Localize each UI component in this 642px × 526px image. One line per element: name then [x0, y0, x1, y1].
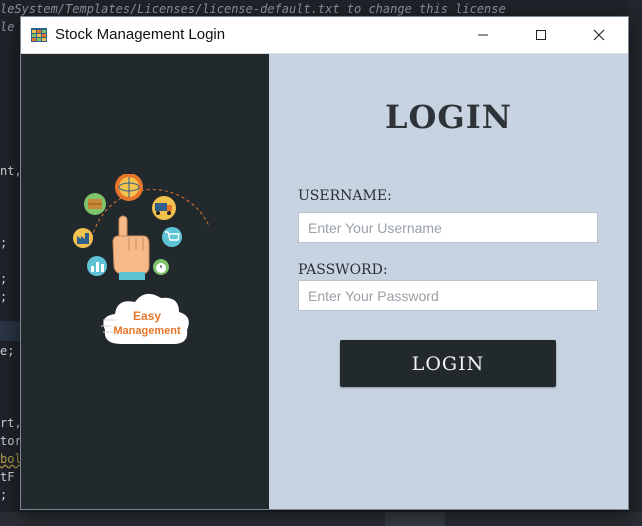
cloud-text-line2: Management	[113, 325, 181, 337]
factory-icon	[73, 228, 93, 248]
window-title: Stock Management Login	[55, 26, 226, 43]
code-line: ;	[0, 236, 8, 250]
code-line: tor	[0, 434, 22, 448]
cart-icon	[162, 227, 182, 247]
maximize-icon	[536, 30, 546, 40]
password-input[interactable]	[298, 280, 598, 311]
cloud-text-line1: Easy	[133, 309, 161, 323]
left-panel: Easy Management	[21, 54, 269, 509]
maximize-button[interactable]	[518, 17, 564, 53]
title-bar[interactable]: Stock Management Login	[21, 17, 628, 54]
close-button[interactable]	[576, 17, 622, 53]
login-heading: LOGIN	[385, 98, 512, 136]
password-label: PASSWORD:	[298, 262, 388, 278]
code-line: le	[0, 20, 15, 34]
login-window: Stock Management Login Easy Management L…	[20, 16, 629, 510]
code-line: ;	[0, 290, 8, 304]
login-button[interactable]: LOGIN	[340, 340, 556, 387]
globe-icon	[115, 174, 143, 201]
code-line: ;	[0, 272, 8, 286]
minimize-icon	[478, 34, 488, 36]
chart-icon	[87, 256, 107, 276]
code-line: bol	[0, 452, 22, 466]
code-line: nt,	[0, 164, 22, 178]
pointing-hand-icon	[112, 215, 150, 280]
truck-icon	[152, 196, 176, 220]
username-label: USERNAME:	[298, 188, 392, 204]
close-icon	[593, 29, 605, 41]
code-line: e;	[0, 344, 15, 358]
easy-management-illustration: Easy Management	[73, 174, 210, 344]
code-line: leSystem/Templates/Licenses/license-defa…	[0, 2, 506, 16]
code-line: rt,	[0, 416, 22, 430]
code-line: ;	[0, 488, 8, 502]
minimize-button[interactable]	[460, 17, 506, 53]
login-form-panel: LOGIN USERNAME: PASSWORD: LOGIN	[269, 54, 628, 509]
editor-right-gutter	[627, 0, 642, 526]
stopwatch-icon	[153, 259, 169, 275]
editor-bottom-bar	[0, 512, 642, 526]
app-icon	[31, 28, 47, 42]
username-input[interactable]	[298, 212, 598, 243]
box-icon	[84, 193, 106, 215]
code-line: tF	[0, 470, 15, 484]
